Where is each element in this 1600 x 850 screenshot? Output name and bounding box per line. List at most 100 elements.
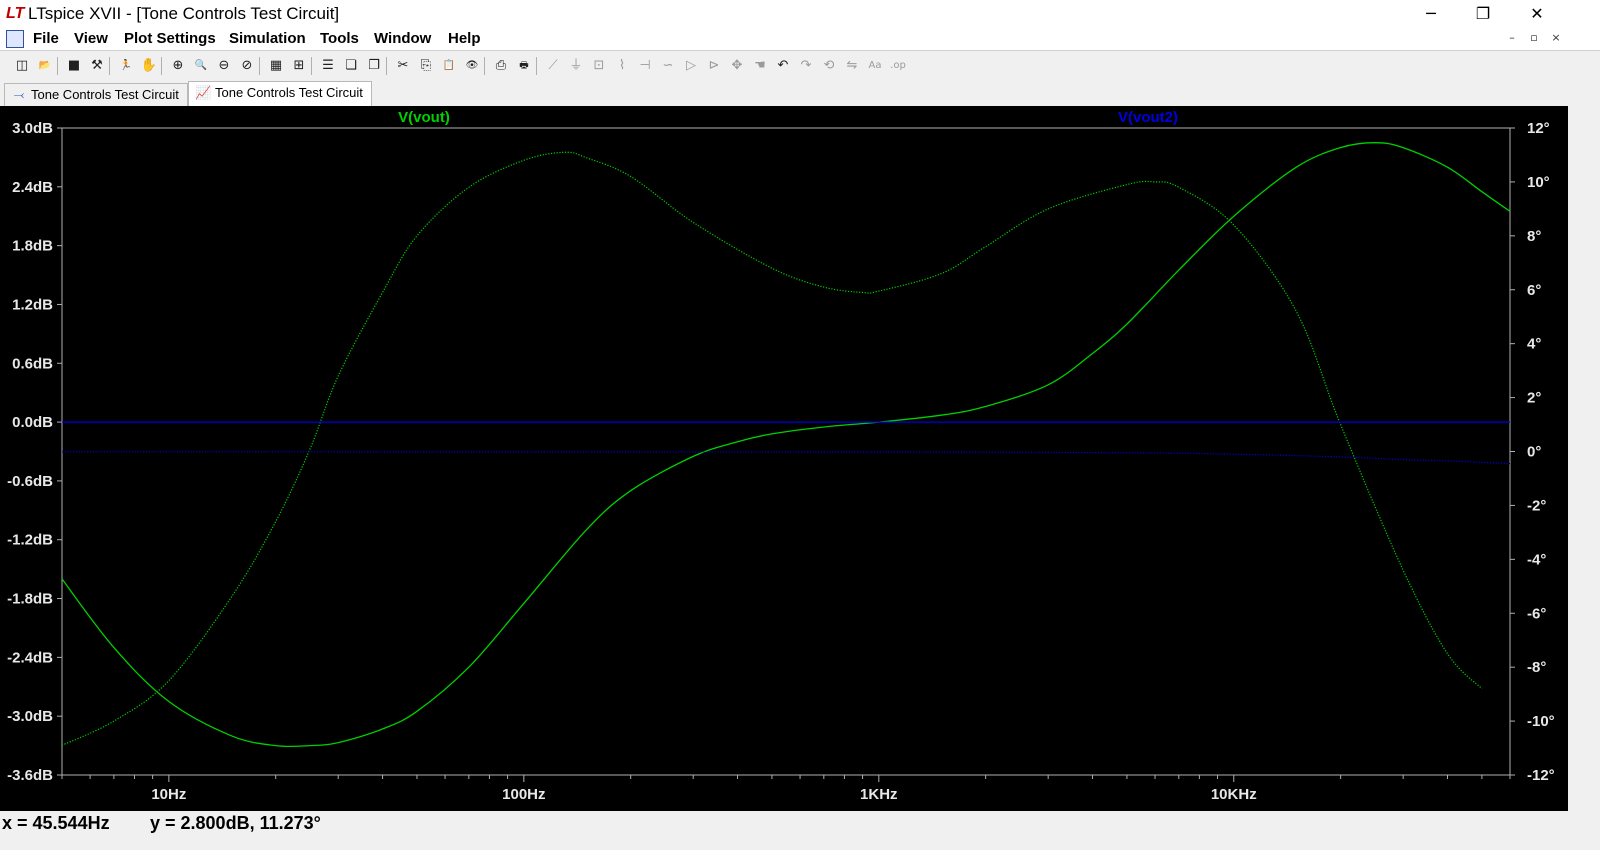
waveform-plot[interactable]: 3.0dB 2.4dB 1.8dB 1.2dB 0.6dB 0.0dB -0.6dB -1.2… <box>0 106 1568 811</box>
drag-icon[interactable]: ☚ <box>750 56 770 76</box>
menu-file[interactable]: File <box>33 30 59 47</box>
vout2-phase-trace <box>61 451 1511 465</box>
y-left-tick-label: -1.8dB <box>7 591 53 608</box>
y-right-tick-label: -8° <box>1527 659 1546 676</box>
mdi-minimize-button[interactable]: – <box>1502 31 1522 47</box>
menu-window[interactable]: Window <box>374 30 431 47</box>
maximize-button[interactable]: ❐ <box>1460 0 1506 28</box>
menu-plot-settings[interactable]: Plot Settings <box>124 30 216 47</box>
y-right-tick-label: -12° <box>1527 767 1555 784</box>
vertical-scrollbar[interactable] <box>1568 106 1600 811</box>
toolbar-separator <box>536 57 537 75</box>
y-left-tick-label: -3.6dB <box>7 767 53 784</box>
grid-icon[interactable]: ⊞ <box>289 56 309 76</box>
toolbar-separator <box>161 57 162 75</box>
title-bar: LT LTspice XVII - [Tone Controls Test Ci… <box>0 0 1600 28</box>
y-right-tick-label: 6° <box>1527 282 1541 299</box>
y-left-tick-label: -0.6dB <box>7 473 53 490</box>
toolbar-separator <box>386 57 387 75</box>
y-left-tick-label: 3.0dB <box>12 120 53 137</box>
halt-icon[interactable]: ✋ <box>139 56 159 76</box>
move-icon[interactable]: ✥ <box>727 56 747 76</box>
undo-icon[interactable]: ↶ <box>773 56 793 76</box>
window-title: LTspice XVII - [Tone Controls Test Circu… <box>28 4 340 23</box>
y-right-tick-label: -10° <box>1527 713 1555 730</box>
ground-icon[interactable]: ⏚ <box>566 56 586 76</box>
tab-waveform[interactable]: 📈 Tone Controls Test Circuit <box>188 81 372 106</box>
y-right-tick-label: 8° <box>1527 228 1541 245</box>
mirror-icon[interactable]: ⇋ <box>842 56 862 76</box>
mdi-close-button[interactable]: × <box>1546 31 1566 47</box>
menu-simulation[interactable]: Simulation <box>229 30 306 47</box>
tile-vertical-icon[interactable]: ❐ <box>364 56 384 76</box>
zoom-pan-icon[interactable]: 🔍 <box>191 56 211 76</box>
cascade-icon[interactable]: ❏ <box>341 56 361 76</box>
y-left-tick-label: 0.6dB <box>12 355 53 372</box>
y-right-tick-label: 12° <box>1527 120 1550 137</box>
save-icon[interactable]: ■ <box>64 56 84 76</box>
y-right-tick-label: -4° <box>1527 551 1546 568</box>
inductor-icon[interactable]: ∽ <box>658 56 678 76</box>
component-icon[interactable]: ⊳ <box>704 56 724 76</box>
capacitor-icon[interactable]: ⊣ <box>635 56 655 76</box>
menu-view[interactable]: View <box>74 30 108 47</box>
run-icon[interactable]: 🏃 <box>116 56 136 76</box>
toolbar-separator <box>109 57 110 75</box>
y-left-tick-label: 1.2dB <box>12 296 53 313</box>
control-panel-icon[interactable]: ⚒ <box>87 56 107 76</box>
minimize-button[interactable]: ─ <box>1408 0 1454 28</box>
rotate-icon[interactable]: ⟲ <box>819 56 839 76</box>
zoom-in-icon[interactable]: ⊕ <box>168 56 188 76</box>
menu-help[interactable]: Help <box>448 30 481 47</box>
spice-directive-icon[interactable]: .op <box>888 56 908 76</box>
zoom-out-icon[interactable]: ⊖ <box>214 56 234 76</box>
y-left-tick-label: 1.8dB <box>12 238 53 255</box>
new-schematic-icon[interactable]: ◫ <box>12 56 32 76</box>
plot-frame <box>61 127 1511 776</box>
plot-canvas[interactable]: 3.0dB 2.4dB 1.8dB 1.2dB 0.6dB 0.0dB -0.6dB -1.2… <box>0 106 1568 811</box>
tab-bar: ⤙ Tone Controls Test Circuit 📈 Tone Contro… <box>0 81 1600 106</box>
y-right-tick-label: 0° <box>1527 444 1541 461</box>
zoom-fit-icon[interactable]: ⊘ <box>237 56 257 76</box>
cut-icon[interactable]: ✂ <box>393 56 413 76</box>
vout-magnitude-trace <box>61 142 1511 748</box>
paste-icon[interactable]: 📋 <box>439 56 459 76</box>
wire-icon[interactable]: ⟋ <box>543 56 563 76</box>
tile-horizontal-icon[interactable]: ☰ <box>318 56 338 76</box>
copy-icon[interactable]: ⎘ <box>416 56 436 76</box>
ltspice-logo-icon: LT <box>6 5 25 22</box>
redo-icon[interactable]: ↷ <box>796 56 816 76</box>
trace-label-vout2: V(vout2) <box>1118 109 1178 126</box>
y-right-tick-label: 4° <box>1527 336 1541 353</box>
tab-schematic[interactable]: ⤙ Tone Controls Test Circuit <box>4 83 188 106</box>
mdi-restore-button[interactable]: ▫ <box>1524 31 1544 47</box>
print-preview-icon[interactable]: ⎙ <box>491 56 511 76</box>
label-net-icon[interactable]: ⊡ <box>589 56 609 76</box>
toolbar: ◫ 📂 ■ ⚒ 🏃 ✋ ⊕ 🔍 ⊖ ⊘ ▦ ⊞ ☰ ❏ ❐ ✂ ⎘ 📋 👁 ⎙ 🖶 ⟋ ⏚ ⊡ ⌇ ⊣ ∽ ▷ ⊳ ✥ ☚ ↶ ↷ ⟲ ⇋ Aa .op <box>0 50 1600 82</box>
find-icon[interactable]: 👁 <box>462 56 482 76</box>
x-tick-label: 10KHz <box>1211 786 1257 803</box>
y-right-tick-label: -2° <box>1527 497 1546 514</box>
open-icon[interactable]: 📂 <box>35 56 55 76</box>
autorange-icon[interactable]: ▦ <box>266 56 286 76</box>
y-left-tick-label: -1.2dB <box>7 532 53 549</box>
menu-tools[interactable]: Tools <box>320 30 359 47</box>
cursor-y-readout: y = 2.800dB, 11.273° <box>150 813 321 833</box>
resistor-icon[interactable]: ⌇ <box>612 56 632 76</box>
toolbar-separator <box>57 57 58 75</box>
x-tick-label: 100Hz <box>502 786 545 803</box>
menu-bar: File View Plot Settings Simulation Tools… <box>0 28 1600 50</box>
text-icon[interactable]: Aa <box>865 56 885 76</box>
toolbar-separator <box>259 57 260 75</box>
y-left-tick-label: 2.4dB <box>12 179 53 196</box>
toolbar-separator <box>484 57 485 75</box>
close-button[interactable]: ✕ <box>1514 0 1560 28</box>
cursor-x-readout: x = 45.544Hz <box>2 813 110 833</box>
document-icon[interactable] <box>6 30 24 48</box>
tab-label: Tone Controls Test Circuit <box>31 87 179 102</box>
y-right-tick-label: 10° <box>1527 174 1550 191</box>
toolbar-separator <box>311 57 312 75</box>
diode-icon[interactable]: ▷ <box>681 56 701 76</box>
y-left-tick-label: -3.0dB <box>7 708 53 725</box>
print-icon[interactable]: 🖶 <box>514 56 534 76</box>
